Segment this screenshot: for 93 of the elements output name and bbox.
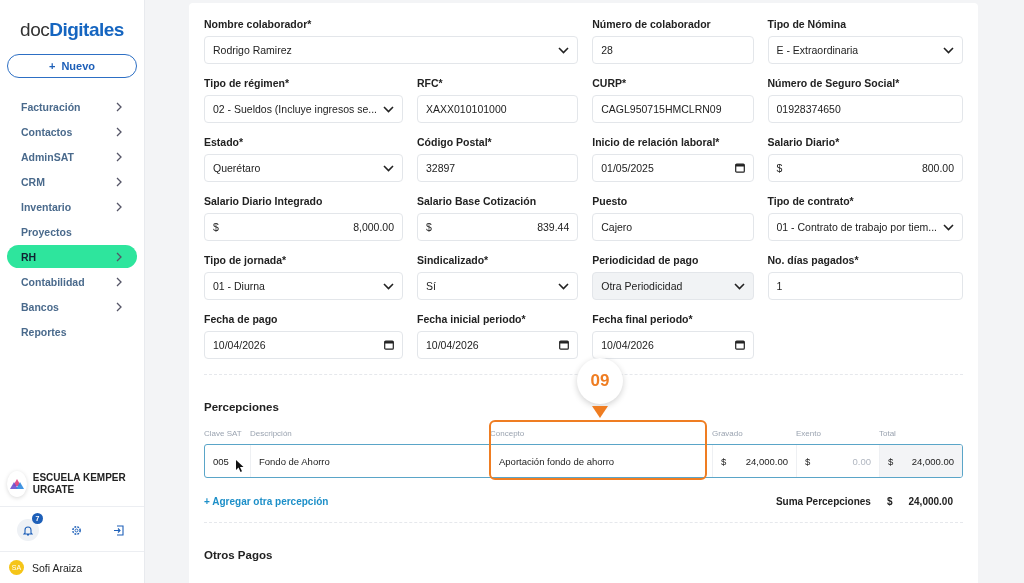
input-field[interactable]: 1: [767, 272, 963, 300]
sum-label: Suma Percepciones: [775, 496, 871, 507]
field-label: Salario Base Cotización: [417, 195, 538, 207]
sidebar-item[interactable]: AdminSAT: [7, 145, 137, 168]
sidebar-item[interactable]: CRM: [7, 170, 137, 193]
sidebar-item[interactable]: Reportes: [7, 320, 137, 343]
field-label: Sindicalizado*: [417, 254, 490, 266]
input-field[interactable]: Cajero: [592, 213, 754, 241]
add-perception-link[interactable]: + Agregar otra percepción: [204, 496, 329, 507]
column-header: Exento: [796, 429, 821, 438]
dropdown-icon: [733, 282, 745, 290]
dropdown-icon: [383, 282, 394, 290]
section-title: Percepciones: [204, 401, 279, 413]
select-field[interactable]: Querétaro: [204, 154, 403, 182]
select-field[interactable]: Sí: [417, 272, 579, 300]
field-label: No. días pagados*: [767, 254, 860, 266]
column-header: Clave SAT: [204, 429, 242, 438]
sidebar-item[interactable]: Facturación: [7, 95, 137, 118]
input-field[interactable]: $ 839.44: [417, 213, 579, 241]
field-label: CURP*: [592, 77, 628, 89]
field-label: Tipo de jornada*: [204, 254, 288, 266]
sidebar-item[interactable]: Contactos: [7, 120, 137, 143]
sidebar-item[interactable]: Inventario: [7, 195, 137, 218]
step-callout: 09: [577, 358, 623, 404]
select-field[interactable]: 01 - Diurna: [204, 272, 403, 300]
sidebar-item[interactable]: RH: [7, 245, 137, 268]
dropdown-icon: [558, 282, 570, 290]
column-header: Descripción: [250, 429, 292, 438]
column-header: Concepto: [490, 429, 525, 438]
select-field[interactable]: Rodrigo Ramirez: [204, 36, 579, 64]
bell-icon: [23, 524, 33, 536]
calendar-icon: [384, 340, 394, 350]
field-label: Tipo de contrato*: [767, 195, 855, 207]
field-label: Salario Diario*: [767, 136, 841, 148]
field-label: Nombre colaborador*: [204, 18, 313, 30]
date-field[interactable]: 01/05/2025: [592, 154, 754, 182]
notifications-button[interactable]: [17, 519, 39, 541]
input-field[interactable]: 28: [592, 36, 754, 64]
table-cell[interactable]: Fondo de Ahorro: [251, 445, 491, 477]
input-field[interactable]: 32897: [417, 154, 579, 182]
logout-icon[interactable]: [113, 524, 124, 536]
table-cell[interactable]: Aportación fondo de ahorro: [491, 445, 713, 477]
organization-name: ESCUELA KEMPER URGATE: [32, 472, 127, 496]
sidebar-item[interactable]: Proyectos: [7, 220, 137, 243]
new-button[interactable]: + Nuevo: [7, 54, 137, 78]
table-cell[interactable]: $ 24,000.00: [880, 445, 962, 477]
sum-value: 24,000.00: [908, 496, 953, 507]
select-field[interactable]: 02 - Sueldos (Incluye ingresos se...: [204, 95, 403, 123]
column-header: Gravado: [712, 429, 743, 438]
field-label: Periodicidad de pago: [592, 254, 700, 266]
field-label: Código Postal*: [417, 136, 493, 148]
sidebar-item[interactable]: Contabilidad: [7, 270, 137, 293]
select-field[interactable]: 01 - Contrato de trabajo por tiem...: [767, 213, 963, 241]
field-label: RFC*: [417, 77, 444, 89]
field-label: Estado*: [204, 136, 245, 148]
input-field[interactable]: 01928374650: [767, 95, 963, 123]
field-label: Puesto: [592, 195, 629, 207]
input-field[interactable]: XAXX010101000: [417, 95, 579, 123]
select-field[interactable]: E - Extraordinaria: [767, 36, 963, 64]
field-label: Fecha de pago: [204, 313, 279, 325]
currency-symbol: $: [886, 496, 893, 507]
user-name: Sofi Araiza: [32, 561, 83, 574]
calendar-icon: [734, 340, 745, 350]
field-label: Fecha final periodo*: [592, 313, 694, 325]
section-title: Otros Pagos: [204, 549, 273, 561]
field-label: Número de colaborador: [592, 18, 712, 30]
organization-logo: [7, 471, 27, 497]
column-header: Total: [879, 429, 896, 438]
input-field[interactable]: CAGL950715HMCLRN09: [592, 95, 754, 123]
cursor-icon: [236, 460, 244, 472]
settings-icon[interactable]: [70, 524, 82, 536]
dropdown-icon: [383, 105, 394, 113]
field-label: Fecha inicial periodo*: [417, 313, 527, 325]
dropdown-icon: [943, 223, 954, 231]
dropdown-icon: [558, 46, 570, 54]
date-field[interactable]: 10/04/2026: [417, 331, 579, 359]
field-label: Tipo de Nómina: [767, 18, 848, 30]
field-label: Tipo de régimen*: [204, 77, 290, 89]
input-field[interactable]: $ 8,000.00: [204, 213, 403, 241]
input-field[interactable]: $ 800.00: [767, 154, 963, 182]
app-logo: docDigitales: [19, 19, 125, 41]
pointer-icon: [592, 406, 608, 418]
date-field[interactable]: 10/04/2026: [204, 331, 403, 359]
field-label: Número de Seguro Social*: [767, 77, 901, 89]
dropdown-icon: [943, 46, 954, 54]
table-cell[interactable]: $ 24,000.00: [713, 445, 797, 477]
sidebar-item[interactable]: Bancos: [7, 295, 137, 318]
dropdown-icon: [383, 164, 394, 172]
date-field[interactable]: 10/04/2026: [592, 331, 754, 359]
field-label: Salario Diario Integrado: [204, 195, 324, 207]
field-label: Inicio de relación laboral*: [592, 136, 721, 148]
calendar-icon: [559, 340, 570, 350]
calendar-icon: [734, 163, 745, 173]
